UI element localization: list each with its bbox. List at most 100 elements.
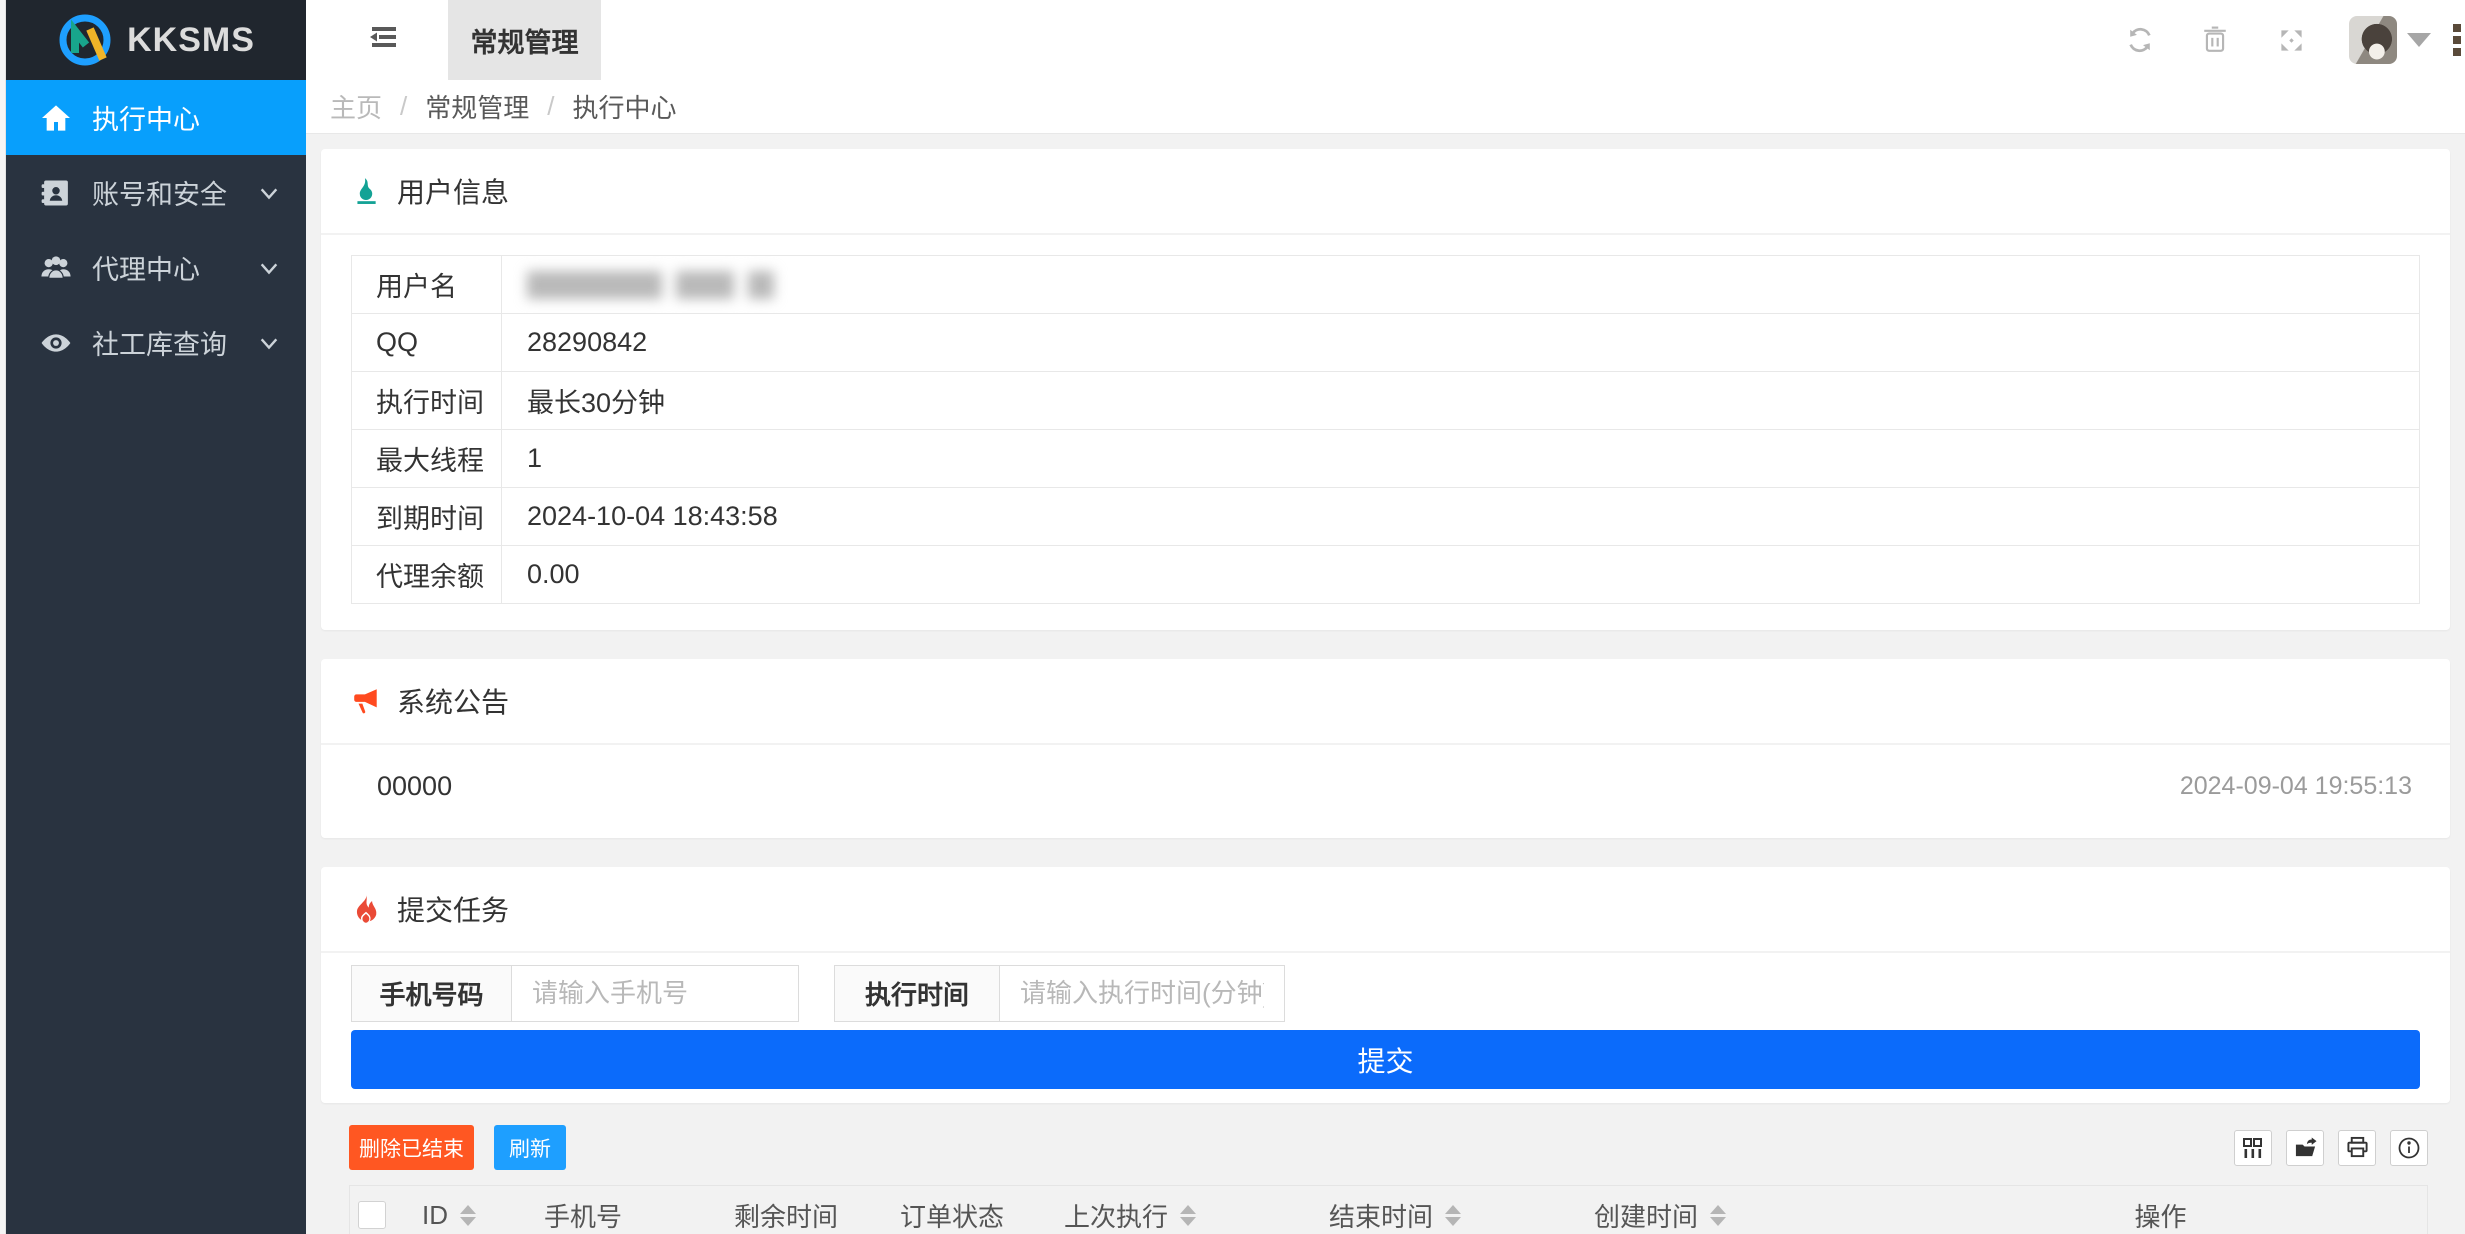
column-header-action: 操作 [1894,1197,2427,1234]
main-area: 常规管理 主页 / 常规管理 / 执行中心 用户信息 [306,0,2465,1234]
fullscreen-icon[interactable] [2278,27,2305,54]
sidebar-item-label: 代理中心 [92,248,200,287]
exec-time-input[interactable] [999,965,1285,1022]
table-row: 到期时间 2024-10-04 18:43:58 [352,488,2420,546]
card-title: 系统公告 [397,681,509,721]
row-label: QQ [352,314,502,372]
print-icon[interactable] [2338,1130,2376,1166]
refresh-button[interactable]: 刷新 [494,1125,566,1170]
sidebar-item-label: 社工库查询 [92,323,227,362]
user-info-header: 用户信息 [321,149,2450,235]
topbar-right [2126,0,2465,80]
exec-time-label: 执行时间 [834,965,999,1022]
column-label: 剩余时间 [734,1197,838,1234]
submit-task-header: 提交任务 [321,867,2450,953]
sort-icon[interactable] [460,1205,476,1226]
breadcrumb-general[interactable]: 常规管理 [425,88,529,125]
redacted-username [527,271,2419,299]
refresh-icon[interactable] [2126,26,2154,54]
breadcrumb-separator: / [547,91,554,122]
submit-button[interactable]: 提交 [351,1030,2420,1089]
tab-general-management[interactable]: 常规管理 [448,0,601,80]
chevron-down-icon [258,257,280,279]
column-header-status: 订单状态 [900,1197,1064,1234]
row-value-redacted [502,256,2420,314]
export-icon[interactable] [2286,1130,2324,1166]
card-title: 用户信息 [397,171,509,211]
announcement-card: 系统公告 00000 2024-09-04 19:55:13 [321,659,2450,838]
kksms-logo-icon [57,12,113,68]
column-label: ID [422,1200,448,1231]
row-value: 1 [502,430,2420,488]
user-info-card: 用户信息 用户名 QQ 28290842 执行时间 [321,149,2450,630]
menu-collapse-icon[interactable] [370,26,396,53]
columns-filter-icon[interactable] [2234,1130,2272,1166]
table-toolbar: 删除已结束 刷新 [349,1103,2428,1185]
table-row: 执行时间 最长30分钟 [352,372,2420,430]
table-row: 用户名 [352,256,2420,314]
task-form-row: 手机号码 执行时间 [351,965,2420,1022]
sidebar-item-label: 账号和安全 [92,173,227,212]
row-label: 执行时间 [352,372,502,430]
delete-finished-button[interactable]: 删除已结束 [349,1125,474,1170]
table-tools [2234,1130,2428,1166]
sidebar-item-exec-center[interactable]: 执行中心 [6,80,306,155]
window-edge [0,0,6,1234]
breadcrumb: 主页 / 常规管理 / 执行中心 [306,80,2465,134]
row-value: 0.00 [502,546,2420,604]
sidebar-item-label: 执行中心 [92,98,200,137]
page-content: 用户信息 用户名 QQ 28290842 执行时间 [306,134,2465,1234]
column-header-end-time[interactable]: 结束时间 [1329,1197,1594,1234]
topbar: 常规管理 [306,0,2465,80]
phone-label: 手机号码 [351,965,511,1022]
breadcrumb-separator: / [400,91,407,122]
caret-down-icon[interactable] [2407,33,2431,47]
column-header-remaining: 剩余时间 [734,1197,900,1234]
sidebar-item-account-security[interactable]: 账号和安全 [6,155,306,230]
phone-input[interactable] [511,965,799,1022]
app-title: KKSMS [127,21,255,60]
row-value: 28290842 [502,314,2420,372]
logo: KKSMS [6,0,306,80]
column-label: 结束时间 [1329,1197,1433,1234]
column-header-id[interactable]: ID [422,1200,544,1231]
sidebar-item-agent-center[interactable]: 代理中心 [6,230,306,305]
breadcrumb-home[interactable]: 主页 [330,88,382,125]
task-table-region: 删除已结束 刷新 [349,1103,2428,1234]
sidebar-item-sgk-query[interactable]: 社工库查询 [6,305,306,380]
sidebar: KKSMS 执行中心 账号和安全 代理中心 社工库查询 [6,0,306,1234]
column-label: 订单状态 [900,1197,1004,1234]
row-label: 代理余额 [352,546,502,604]
table-row: 最大线程 1 [352,430,2420,488]
row-label: 到期时间 [352,488,502,546]
info-icon[interactable] [2390,1130,2428,1166]
sort-icon[interactable] [1710,1205,1726,1226]
chevron-down-icon [258,332,280,354]
submit-task-card: 提交任务 手机号码 执行时间 提交 [321,867,2450,1103]
breadcrumb-exec-center: 执行中心 [573,88,677,125]
row-label: 用户名 [352,256,502,314]
avatar[interactable] [2349,16,2397,64]
column-header-last-exec[interactable]: 上次执行 [1064,1197,1329,1234]
announcement-header: 系统公告 [321,659,2450,745]
trash-icon[interactable] [2202,26,2228,54]
flame-icon [351,893,381,925]
eye-icon [38,327,74,359]
column-header-phone: 手机号 [544,1197,734,1234]
row-label: 最大线程 [352,430,502,488]
select-all-checkbox[interactable] [358,1201,386,1229]
column-label: 操作 [2134,1197,2186,1234]
more-dots-icon[interactable] [2453,24,2461,56]
column-header-create-time[interactable]: 创建时间 [1594,1197,1894,1234]
table-row: QQ 28290842 [352,314,2420,372]
sort-icon[interactable] [1180,1205,1196,1226]
column-label: 手机号 [544,1197,622,1234]
announcement-content: 00000 [351,771,452,802]
leaf-flame-icon [351,176,381,206]
user-info-table: 用户名 QQ 28290842 执行时间 最长30分钟 最大线程 [351,255,2420,604]
users-icon [38,253,74,283]
sort-icon[interactable] [1445,1205,1461,1226]
announcement-timestamp: 2024-09-04 19:55:13 [2180,772,2420,801]
column-label: 创建时间 [1594,1197,1698,1234]
phone-input-group: 手机号码 [351,965,799,1022]
